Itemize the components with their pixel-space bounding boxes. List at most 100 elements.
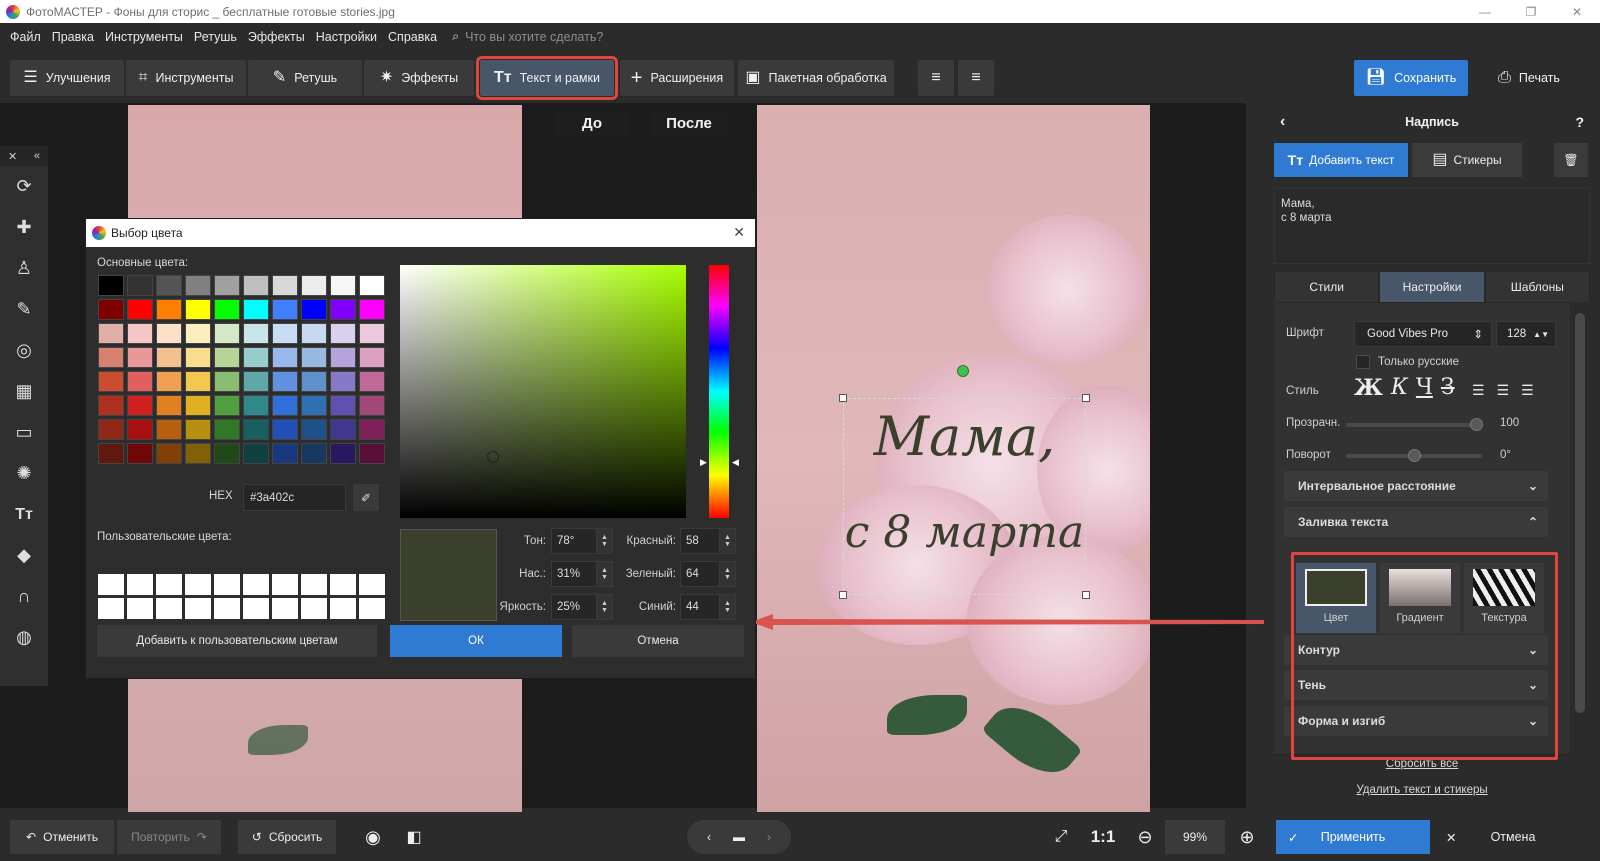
custom-color-slot[interactable] — [185, 598, 211, 619]
color-swatch[interactable] — [98, 275, 124, 296]
radial-tool-icon[interactable]: ◎ — [0, 330, 48, 371]
maximize-button[interactable]: ❐ — [1508, 0, 1554, 23]
color-swatch[interactable] — [214, 323, 240, 344]
text-selection-box[interactable]: Мама, с 8 марта — [839, 394, 1090, 599]
frame-tool-icon[interactable]: ∩ — [0, 576, 48, 617]
color-swatch[interactable] — [243, 275, 269, 296]
zoom-in-button[interactable]: ⊕ — [1232, 820, 1262, 854]
resize-handle[interactable] — [1082, 394, 1090, 402]
custom-color-slot[interactable] — [156, 574, 182, 595]
color-swatch[interactable] — [330, 395, 356, 416]
color-swatch[interactable] — [127, 371, 153, 392]
color-swatch[interactable] — [98, 443, 124, 464]
color-swatch[interactable] — [98, 419, 124, 440]
color-swatch[interactable] — [243, 299, 269, 320]
color-swatch[interactable] — [272, 371, 298, 392]
color-swatch[interactable] — [214, 275, 240, 296]
preset-settings-button[interactable]: ≡ — [958, 60, 994, 96]
color-swatch[interactable] — [185, 443, 211, 464]
rotation-knob[interactable] — [1408, 449, 1421, 462]
spin-arrows-icon[interactable]: ▲▼ — [597, 561, 613, 587]
vignette-tool-icon[interactable]: ▭ — [0, 412, 48, 453]
custom-color-slot[interactable] — [243, 598, 269, 619]
menu-settings[interactable]: Настройки — [316, 30, 377, 44]
color-swatch[interactable] — [98, 323, 124, 344]
back-arrow-icon[interactable]: ‹ — [1280, 113, 1285, 131]
color-swatch[interactable] — [272, 443, 298, 464]
close-window-button[interactable]: ✕ — [1554, 0, 1600, 23]
ok-button[interactable]: ОК — [390, 625, 562, 657]
align-right-icon[interactable]: ☰ — [1521, 382, 1534, 399]
color-swatch[interactable] — [185, 347, 211, 368]
preview-eye-button[interactable]: ◉ — [355, 820, 391, 854]
color-swatch[interactable] — [359, 275, 385, 296]
spin-arrows-icon[interactable]: ▲▼ — [597, 594, 613, 620]
hue-pointer-right-icon[interactable]: ◀ — [732, 457, 739, 468]
fit-screen-button[interactable]: ⤢ — [1044, 820, 1078, 854]
brush-tool-icon[interactable]: ✎ — [0, 289, 48, 330]
color-swatch[interactable] — [214, 419, 240, 440]
color-swatch[interactable] — [156, 419, 182, 440]
tab-text-frames[interactable]: Tт Текст и рамки — [476, 56, 618, 100]
color-swatch[interactable] — [98, 347, 124, 368]
color-swatch[interactable] — [214, 371, 240, 392]
rotation-slider[interactable] — [1346, 449, 1482, 462]
text-content-input[interactable]: Мама, с 8 марта — [1274, 188, 1590, 264]
zoom-value[interactable]: 99% — [1165, 820, 1225, 854]
custom-color-slot[interactable] — [98, 574, 124, 595]
red-value[interactable]: 58 — [680, 528, 720, 554]
delete-all-link[interactable]: Удалить текст и стикеры — [1274, 784, 1570, 796]
saturation-brightness-picker[interactable] — [400, 265, 686, 518]
color-swatch[interactable] — [127, 395, 153, 416]
blue-value[interactable]: 44 — [680, 594, 720, 620]
opacity-slider[interactable] — [1346, 418, 1483, 431]
color-swatch[interactable] — [301, 323, 327, 344]
color-swatch[interactable] — [243, 395, 269, 416]
text-tool-icon[interactable]: Tт — [0, 494, 48, 535]
color-swatch[interactable] — [214, 299, 240, 320]
color-swatch[interactable] — [301, 275, 327, 296]
color-swatch[interactable] — [301, 443, 327, 464]
menu-retouch[interactable]: Ретушь — [194, 30, 237, 44]
delete-button[interactable]: 🗑︎ — [1554, 143, 1588, 177]
color-swatch[interactable] — [272, 419, 298, 440]
color-swatch[interactable] — [359, 419, 385, 440]
tab-templates[interactable]: Шаблоны — [1484, 271, 1590, 303]
color-swatch[interactable] — [214, 443, 240, 464]
stickers-button[interactable]: ▤ Стикеры — [1412, 143, 1522, 177]
menu-file[interactable]: Файл — [10, 30, 41, 44]
add-custom-color-button[interactable]: Добавить к пользовательским цветам — [97, 625, 377, 657]
color-swatch[interactable] — [301, 419, 327, 440]
custom-color-slot[interactable] — [330, 574, 356, 595]
custom-color-slot[interactable] — [359, 598, 385, 619]
blue-spinbox[interactable]: 44 ▲ ▼ — [680, 594, 736, 620]
color-swatch[interactable] — [243, 443, 269, 464]
help-button[interactable]: ? — [1575, 114, 1584, 130]
minimize-button[interactable]: — — [1462, 0, 1508, 23]
red-spinbox[interactable]: 58 ▲ ▼ — [680, 528, 736, 554]
add-text-button[interactable]: Tт Добавить текст — [1274, 143, 1408, 177]
color-swatch[interactable] — [301, 299, 327, 320]
color-swatch[interactable] — [214, 395, 240, 416]
color-swatch[interactable] — [243, 323, 269, 344]
dialog-cancel-button[interactable]: Отмена — [572, 625, 744, 657]
color-swatch[interactable] — [127, 443, 153, 464]
saturation-spinbox[interactable]: 31% ▲ ▼ — [551, 561, 613, 587]
resize-handle[interactable] — [839, 591, 847, 599]
tab-extensions[interactable]: + Расширения — [620, 60, 734, 96]
color-swatch[interactable] — [185, 395, 211, 416]
close-panel-icon[interactable]: ✕ — [8, 150, 17, 163]
bold-button[interactable]: Ж — [1354, 375, 1383, 401]
resize-handle[interactable] — [1082, 591, 1090, 599]
color-swatch[interactable] — [330, 347, 356, 368]
tab-enhance[interactable]: ☰ Улучшения — [10, 60, 124, 96]
healing-tool-icon[interactable]: ✚ — [0, 207, 48, 248]
stamp-tool-icon[interactable]: ♙ — [0, 248, 48, 289]
hue-value[interactable]: 78° — [551, 528, 597, 554]
fill-tool-icon[interactable]: ◆ — [0, 535, 48, 576]
tab-retouch[interactable]: ✎ Ретушь — [248, 60, 362, 96]
tab-effects[interactable]: ✷ Эффекты — [364, 60, 474, 96]
before-label[interactable]: До — [554, 110, 630, 136]
hue-spinbox[interactable]: 78° ▲ ▼ — [551, 528, 613, 554]
color-swatch[interactable] — [330, 323, 356, 344]
